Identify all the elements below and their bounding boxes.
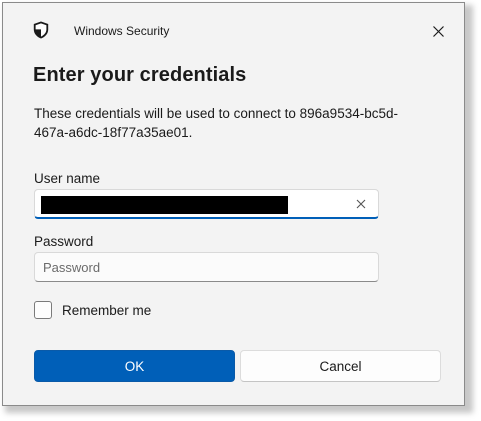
close-button[interactable] [427,20,449,42]
dialog-description: These credentials will be used to connec… [34,106,398,140]
dialog-heading: Enter your credentials [33,64,247,86]
title-bar: Windows Security [3,3,464,55]
password-label: Password [34,234,94,249]
window-title: Windows Security [74,24,170,38]
redacted-username-value [41,196,288,214]
ok-button[interactable]: OK [34,350,235,382]
password-field-container [34,252,379,282]
remember-me-label[interactable]: Remember me [62,303,151,318]
clear-button[interactable] [354,197,368,211]
cancel-button[interactable]: Cancel [240,350,441,382]
username-label: User name [34,171,101,186]
username-input[interactable] [34,189,379,219]
close-icon [432,25,444,37]
remember-me-checkbox[interactable] [34,301,52,319]
credentials-dialog: Windows Security Enter your credentials … [2,2,465,406]
password-input[interactable] [35,253,378,281]
remember-me-row[interactable]: Remember me [34,301,151,319]
clear-icon [356,199,366,209]
shield-icon [33,21,49,39]
